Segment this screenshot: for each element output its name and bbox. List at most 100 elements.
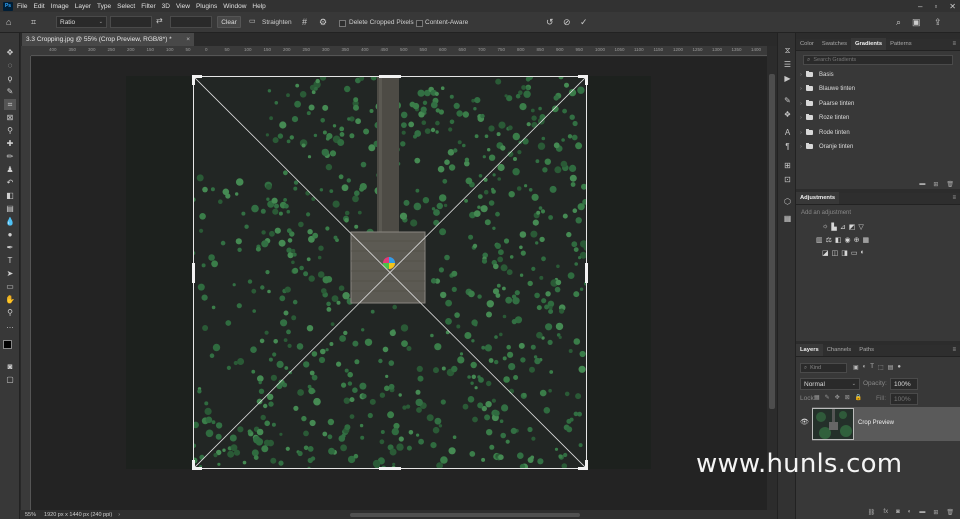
menu-filter[interactable]: Filter [141, 3, 155, 10]
properties-icon[interactable]: ☰ [782, 59, 793, 70]
levels-icon[interactable]: ▙ [831, 223, 836, 231]
brightness-icon[interactable]: ☼ [822, 223, 828, 231]
paragraph-icon[interactable]: ¶ [782, 141, 793, 152]
invert-icon[interactable]: ◪ [822, 249, 829, 257]
tab-paths[interactable]: Paths [855, 344, 878, 356]
document-info[interactable]: 1920 px x 1440 px (240 ppi) [44, 512, 112, 518]
ratio-select[interactable]: Ratio ⌄ [56, 16, 107, 28]
layer-mask-icon[interactable]: ◙ [896, 509, 900, 515]
menu-plugins[interactable]: Plugins [196, 3, 217, 10]
delete-icon[interactable]: 🗑 [946, 181, 954, 188]
layer-style-icon[interactable]: fx [883, 509, 888, 515]
history-brush-icon[interactable]: ↶ [4, 177, 16, 188]
straighten-label[interactable]: Straighten [262, 19, 292, 26]
hand-tool-icon[interactable]: ✋ [4, 294, 16, 305]
crop-handle-bottom-right-v[interactable] [585, 460, 588, 470]
layer-row[interactable]: 👁 Crop Preview [796, 405, 960, 443]
lock-position-icon[interactable]: ✥ [835, 394, 840, 401]
gradient-search-input[interactable]: ⌕ Search Gradients [803, 55, 953, 65]
crop-handle-left[interactable] [192, 263, 195, 283]
eraser-tool-icon[interactable]: ◧ [4, 190, 16, 201]
new-group-icon[interactable]: ▬ [919, 181, 925, 187]
3d-icon[interactable]: ⬡ [782, 196, 793, 207]
commit-icon[interactable]: ✓ [580, 17, 588, 28]
close-tab-icon[interactable]: × [186, 36, 190, 43]
content-aware-checkbox[interactable] [416, 20, 423, 27]
adjustment-layer-icon[interactable]: ◐ [908, 509, 912, 515]
crop-handle-top[interactable] [379, 75, 401, 78]
reset-icon[interactable]: ↺ [546, 17, 554, 28]
lock-artboard-icon[interactable]: ⊠ [845, 394, 850, 401]
fill-input[interactable]: 100% [890, 393, 918, 405]
crop-handle-top-left-v[interactable] [192, 75, 195, 85]
type-filter-icon[interactable]: T [870, 364, 874, 371]
tab-patterns[interactable]: Patterns [886, 38, 916, 50]
tab-channels[interactable]: Channels [823, 344, 856, 356]
cancel-icon[interactable]: ⊘ [563, 17, 571, 28]
gradient-group-roze[interactable]: › Roze tinten [796, 111, 960, 124]
workspace-icon[interactable]: ▣ [912, 17, 921, 28]
panel-menu-icon[interactable]: ≡ [952, 41, 956, 47]
clone-source-icon[interactable]: ❖ [782, 109, 793, 120]
paths-icon[interactable]: ⊡ [782, 174, 793, 185]
gradient-map-icon[interactable]: ▭ [851, 249, 858, 257]
foreground-color-swatch[interactable] [3, 340, 12, 349]
gradient-group-basis[interactable]: › Basis [796, 68, 960, 81]
share-icon[interactable]: ⇪ [934, 17, 942, 28]
crop-handle-bottom[interactable] [379, 467, 401, 470]
channel-mixer-icon[interactable]: ⊕ [854, 236, 860, 244]
tab-adjustments[interactable]: Adjustments [796, 192, 840, 204]
horizontal-scroll-thumb[interactable] [350, 513, 580, 517]
status-chevron-icon[interactable]: › [118, 512, 120, 518]
path-select-tool-icon[interactable]: ➤ [4, 268, 16, 279]
opacity-input[interactable]: 100% [890, 378, 918, 390]
glyphs-icon[interactable]: ⊞ [782, 160, 793, 171]
close-window-icon[interactable]: ✕ [949, 2, 956, 11]
menu-file[interactable]: File [17, 3, 27, 10]
pixel-filter-icon[interactable]: ▣ [853, 364, 859, 371]
history-icon[interactable]: ⧖ [782, 45, 793, 56]
tab-color[interactable]: Color [796, 38, 818, 50]
healing-tool-icon[interactable]: ✚ [4, 138, 16, 149]
maximize-icon[interactable]: ▫ [934, 2, 937, 11]
posterize-icon[interactable]: ◫ [832, 249, 839, 257]
shape-filter-icon[interactable]: ⬚ [878, 364, 884, 371]
straighten-icon[interactable]: ▭ [249, 17, 256, 25]
menu-help[interactable]: Help [252, 3, 265, 10]
menu-image[interactable]: Image [51, 3, 69, 10]
tab-layers[interactable]: Layers [796, 344, 823, 356]
lock-transparent-icon[interactable]: ▦ [814, 394, 820, 401]
exposure-icon[interactable]: ◩ [849, 223, 856, 231]
smart-filter-icon[interactable]: ▤ [888, 364, 894, 371]
blur-tool-icon[interactable]: 💧 [4, 216, 16, 227]
blend-mode-select[interactable]: Normal ⌄ [800, 378, 860, 390]
marquee-tool-icon[interactable]: ◌ [4, 60, 16, 71]
gear-icon[interactable]: ⚙ [319, 17, 327, 28]
brush-tool-icon[interactable]: ✏ [4, 151, 16, 162]
search-icon[interactable]: ⌕ [896, 17, 901, 28]
stamp-tool-icon[interactable]: ♟ [4, 164, 16, 175]
group-icon[interactable]: ▬ [919, 509, 925, 515]
hue-saturation-icon[interactable]: ▥ [816, 236, 823, 244]
overlay-grid-icon[interactable]: # [302, 17, 307, 27]
new-gradient-icon[interactable]: ⊞ [933, 181, 938, 188]
quick-mask-icon[interactable]: ◙ [4, 361, 16, 372]
delete-layer-icon[interactable]: 🗑 [946, 509, 954, 516]
menu-3d[interactable]: 3D [162, 3, 170, 10]
selective-color-icon[interactable]: ◐ [861, 249, 865, 257]
height-input[interactable] [170, 16, 212, 28]
clear-button[interactable]: Clear [217, 16, 241, 28]
menu-select[interactable]: Select [117, 3, 135, 10]
photo-filter-icon[interactable]: ◉ [845, 236, 851, 244]
move-tool-icon[interactable]: ✥ [4, 47, 16, 58]
menu-edit[interactable]: Edit [33, 3, 44, 10]
zoom-tool-icon[interactable]: ⚲ [4, 307, 16, 318]
quick-select-tool-icon[interactable]: ✎ [4, 86, 16, 97]
lock-all-icon[interactable]: 🔒 [855, 394, 862, 401]
more-tools-icon[interactable]: … [4, 320, 16, 331]
gradient-group-paarse[interactable]: › Paarse tinten [796, 97, 960, 110]
gradient-tool-icon[interactable]: ▤ [4, 203, 16, 214]
layer-name[interactable]: Crop Preview [858, 420, 894, 426]
curves-icon[interactable]: ⊿ [840, 223, 846, 231]
panel-menu-icon[interactable]: ≡ [952, 347, 956, 353]
